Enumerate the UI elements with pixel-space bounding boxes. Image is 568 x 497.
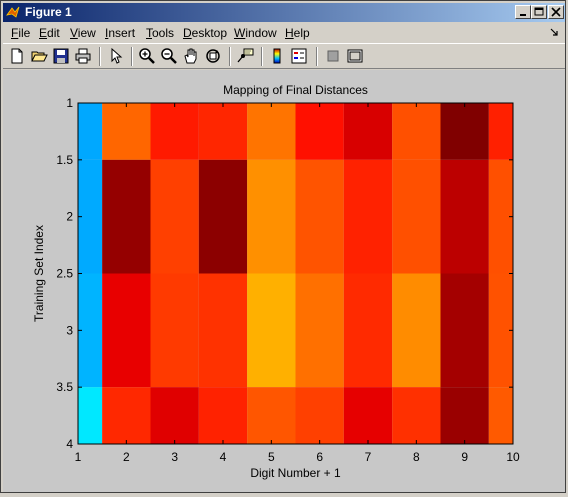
- data-cursor-icon[interactable]: [236, 47, 254, 65]
- heatmap-cell: [102, 273, 151, 388]
- heatmap-cell: [295, 387, 344, 444]
- heatmap-cell: [392, 387, 441, 444]
- chart-title: Mapping of Final Distances: [223, 83, 368, 97]
- dock-arrow-icon[interactable]: [549, 27, 559, 37]
- matlab-logo-icon: [6, 6, 20, 18]
- heatmap-cell: [247, 159, 296, 274]
- heatmap-cell: [343, 103, 393, 160]
- x-tick-label: 9: [461, 450, 468, 464]
- y-tick-label: 1.5: [56, 153, 73, 167]
- heatmap-cell: [247, 103, 296, 160]
- menu-view[interactable]: View: [70, 26, 96, 40]
- menu-tools[interactable]: Tools: [146, 26, 174, 40]
- heatmap-cell: [150, 387, 199, 444]
- insert-colorbar-icon[interactable]: [268, 47, 286, 65]
- figure-toolbar: [3, 43, 565, 69]
- heatmap-cell: [343, 159, 393, 274]
- heatmap-cell: [198, 103, 248, 160]
- window-title: Figure 1: [25, 5, 72, 19]
- heatmap-cell: [440, 273, 489, 388]
- heatmap-cell: [78, 387, 103, 444]
- save-icon[interactable]: [52, 47, 70, 65]
- close-icon: [551, 7, 561, 17]
- heatmap-cell: [247, 387, 296, 444]
- print-icon[interactable]: [74, 47, 92, 65]
- toolbar-separator: [99, 47, 101, 66]
- heatmap-cell: [392, 159, 441, 274]
- hide-plot-tools-icon[interactable]: [324, 47, 342, 65]
- x-axis-label: Digit Number + 1: [250, 466, 341, 480]
- heatmap-cell: [392, 273, 441, 388]
- menu-desktop[interactable]: Desktop: [183, 26, 227, 40]
- select-arrow-icon[interactable]: [107, 47, 125, 65]
- menu-help[interactable]: Help: [285, 26, 310, 40]
- heatmap-cell: [247, 273, 296, 388]
- pan-hand-icon[interactable]: [182, 47, 200, 65]
- menu-edit[interactable]: Edit: [39, 26, 60, 40]
- heatmap-cell: [343, 273, 393, 388]
- minimize-icon: [520, 14, 526, 16]
- heatmap-cell: [295, 273, 344, 388]
- menu-file[interactable]: File: [11, 26, 30, 40]
- minimize-button[interactable]: [515, 5, 531, 19]
- toolbar-separator: [316, 47, 318, 66]
- heatmap-cell: [343, 387, 393, 444]
- y-tick-label: 3: [66, 323, 73, 337]
- heatmap-cell: [198, 273, 248, 388]
- y-tick-label: 2: [66, 210, 73, 224]
- open-file-icon[interactable]: [30, 47, 48, 65]
- heatmap-cell: [150, 159, 199, 274]
- heatmap-cell: [440, 159, 489, 274]
- maximize-button[interactable]: [531, 5, 547, 19]
- new-figure-icon[interactable]: [8, 47, 26, 65]
- title-bar[interactable]: Figure 1: [3, 3, 565, 22]
- menu-bar: File Edit View Insert Tools Desktop Wind…: [3, 23, 565, 43]
- x-tick-label: 7: [365, 450, 372, 464]
- heatmap-cell: [488, 103, 513, 160]
- zoom-in-icon[interactable]: [138, 47, 156, 65]
- menu-insert[interactable]: Insert: [105, 26, 135, 40]
- heatmap-cell: [150, 273, 199, 388]
- toolbar-separator: [229, 47, 231, 66]
- y-axis-label: Training Set Index: [32, 225, 46, 322]
- x-tick-label: 8: [413, 450, 420, 464]
- heatmap-cell: [102, 387, 151, 444]
- heatmap-cell: [392, 103, 441, 160]
- heatmap-plot[interactable]: 1 2 3 4 5 6 7 8 9 10 1 1.5 2 2.5 3 3.5 4 Mapping of Final…: [3, 70, 565, 492]
- y-tick-label: 4: [66, 437, 73, 451]
- heatmap-cell: [440, 103, 489, 160]
- show-plot-tools-icon[interactable]: [346, 47, 364, 65]
- figure-canvas: 1 2 3 4 5 6 7 8 9 10 1 1.5 2 2.5 3 3.5 4 Mapping of Final…: [3, 70, 565, 492]
- heatmap-cell: [102, 159, 151, 274]
- close-button[interactable]: [548, 5, 564, 19]
- y-tick-label: 3.5: [56, 380, 73, 394]
- toolbar-separator: [131, 47, 133, 66]
- heatmap-cell: [295, 159, 344, 274]
- heatmap-cell: [78, 103, 103, 160]
- y-tick-label: 1: [66, 96, 73, 110]
- menu-window[interactable]: Window: [234, 26, 277, 40]
- toolbar-separator: [261, 47, 263, 66]
- heatmap-cell: [198, 387, 248, 444]
- insert-legend-icon[interactable]: [290, 47, 308, 65]
- x-tick-label: 2: [123, 450, 130, 464]
- figure-window: Figure 1 File Edit View Insert Tools Des…: [0, 0, 566, 493]
- x-tick-label: 10: [506, 450, 520, 464]
- heatmap-cell: [488, 387, 513, 444]
- maximize-icon: [534, 7, 544, 16]
- y-tick-label: 2.5: [56, 267, 73, 281]
- rotate-3d-icon[interactable]: [204, 47, 222, 65]
- heatmap-cell: [440, 387, 489, 444]
- heatmap-cell: [198, 159, 248, 274]
- heatmap-cell: [295, 103, 344, 160]
- x-tick-label: 6: [316, 450, 323, 464]
- x-tick-label: 5: [268, 450, 275, 464]
- x-tick-label: 3: [171, 450, 178, 464]
- x-tick-label: 4: [220, 450, 227, 464]
- x-tick-label: 1: [75, 450, 82, 464]
- heatmap-cell: [102, 103, 151, 160]
- heatmap-cell: [150, 103, 199, 160]
- zoom-out-icon[interactable]: [160, 47, 178, 65]
